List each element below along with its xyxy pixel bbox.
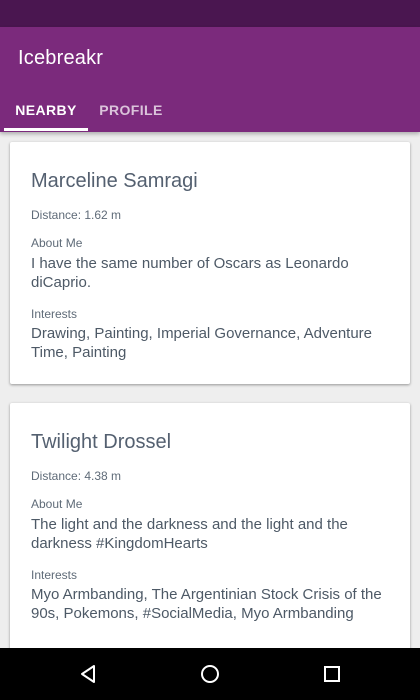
app-bar: Icebreakr NEARBY PROFILE	[0, 27, 420, 132]
app-title: Icebreakr	[18, 47, 104, 69]
home-icon	[201, 665, 219, 683]
tab-profile[interactable]: PROFILE	[92, 87, 170, 132]
interests-label: Interests	[31, 307, 78, 321]
system-navigation-bar	[0, 648, 420, 700]
distance-text: Distance: 1.62 m	[31, 208, 122, 222]
tab-bar: NEARBY PROFILE	[0, 87, 420, 132]
about-me-text: The light and the darkness and the light…	[31, 516, 348, 552]
selected-tab-indicator	[4, 128, 88, 131]
distance-text: Distance: 4.38 m	[31, 469, 122, 483]
back-icon	[81, 665, 95, 683]
interests-label: Interests	[31, 568, 78, 582]
back-button[interactable]	[71, 658, 105, 690]
interests-text: Drawing, Painting, Imperial Governance, …	[31, 325, 373, 361]
user-card[interactable]: Twilight Drossel Distance: 4.38 m About …	[10, 403, 410, 648]
user-name: Marceline Samragi	[31, 170, 198, 192]
user-name: Twilight Drossel	[31, 431, 172, 453]
about-me-label: About Me	[31, 497, 83, 511]
about-me-text: I have the same number of Oscars as Leon…	[31, 255, 349, 291]
nearby-users-list[interactable]: Marceline Samragi Distance: 1.62 m About…	[0, 132, 420, 648]
recent-apps-icon	[324, 666, 340, 682]
about-me-label: About Me	[31, 236, 83, 250]
user-card[interactable]: Marceline Samragi Distance: 1.62 m About…	[10, 142, 410, 384]
recent-apps-button[interactable]	[315, 658, 349, 690]
home-button[interactable]	[193, 658, 227, 690]
status-bar	[0, 0, 420, 27]
tab-nearby[interactable]: NEARBY	[4, 87, 88, 132]
interests-text: Myo Armbanding, The Argentinian Stock Cr…	[31, 586, 382, 622]
